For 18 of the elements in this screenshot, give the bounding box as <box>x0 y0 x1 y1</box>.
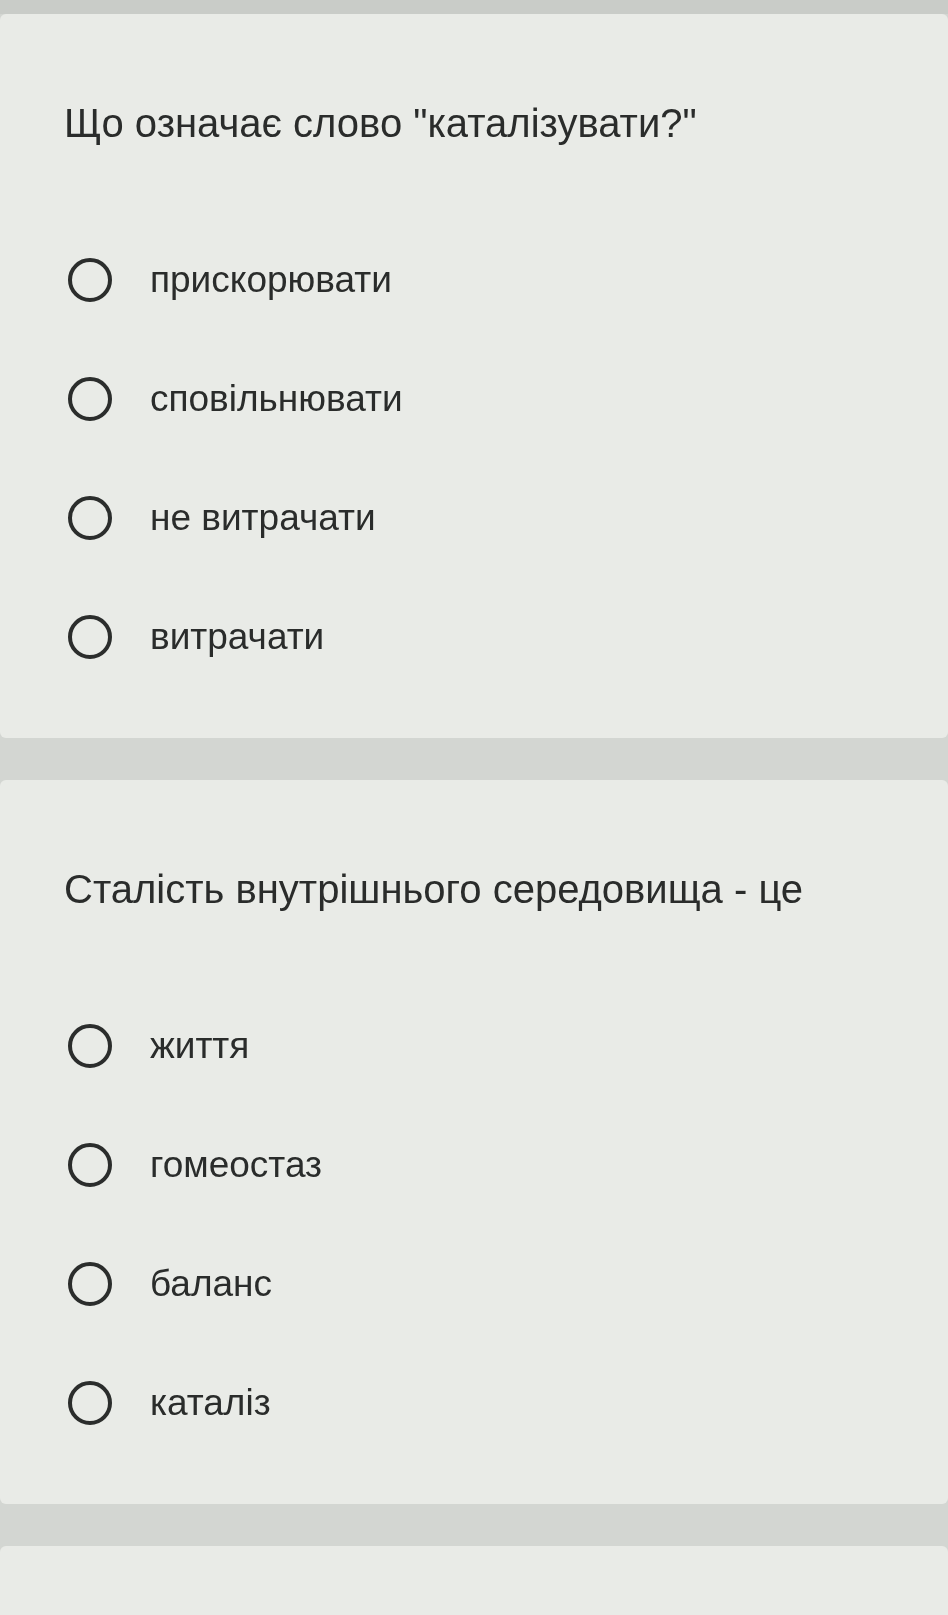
question-text: Сталість внутрішнього середовища - це <box>64 866 805 913</box>
radio-button[interactable] <box>68 377 112 421</box>
radio-button[interactable] <box>68 1262 112 1306</box>
option-label: прискорювати <box>150 258 392 302</box>
radio-button[interactable] <box>68 1143 112 1187</box>
question-text: Що означає слово "каталізувати?" <box>64 100 698 147</box>
option-label: каталіз <box>150 1381 271 1425</box>
option-label: сповільнювати <box>150 377 403 421</box>
radio-button[interactable] <box>68 258 112 302</box>
option-label: не витрачати <box>150 496 376 540</box>
option-label: баланс <box>150 1262 273 1306</box>
option-label: витрачати <box>150 615 325 659</box>
radio-button[interactable] <box>68 615 112 659</box>
radio-button[interactable] <box>68 496 112 540</box>
option-label: гомеостаз <box>150 1143 322 1187</box>
radio-button[interactable] <box>68 1381 112 1425</box>
option-label: життя <box>150 1024 250 1068</box>
radio-button[interactable] <box>68 1024 112 1068</box>
